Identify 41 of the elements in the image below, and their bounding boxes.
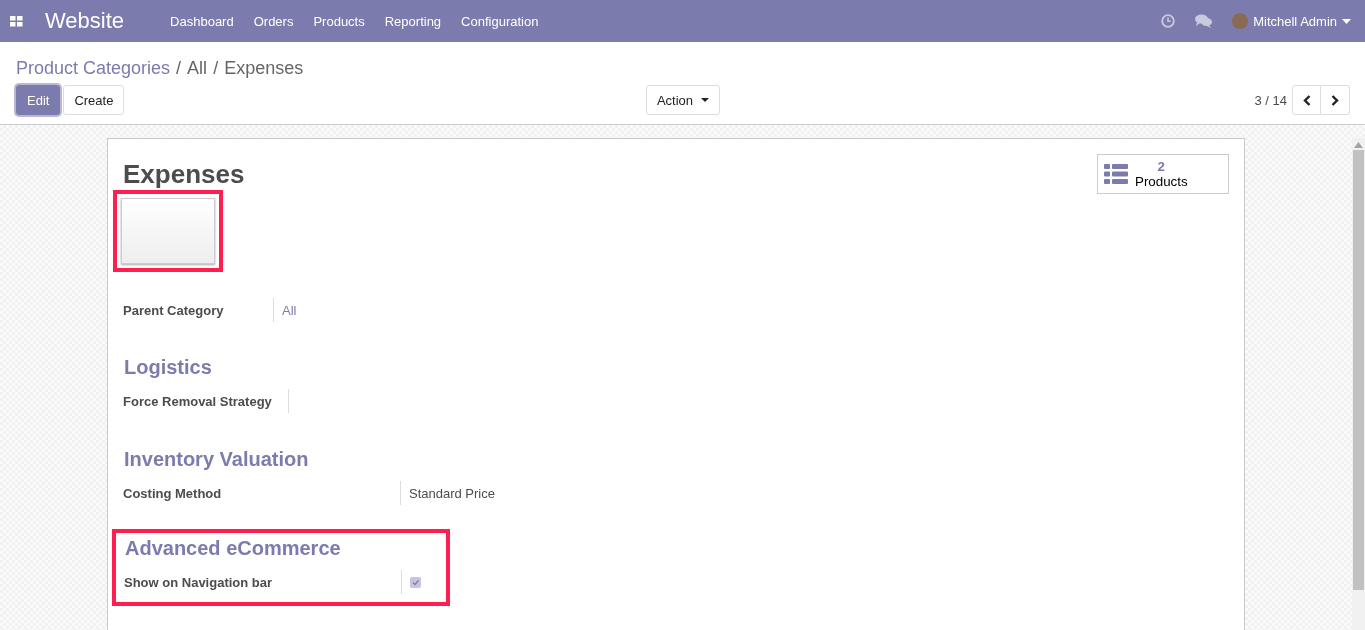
breadcrumb-separator: / xyxy=(213,57,219,79)
field-value: Standard Price xyxy=(409,485,495,501)
field-label: Show on Navigation bar xyxy=(124,574,274,590)
clock-icon[interactable] xyxy=(1161,14,1176,28)
breadcrumb-item: All xyxy=(187,57,208,79)
form-button[interactable]: Create xyxy=(63,85,125,115)
list-icon xyxy=(1104,164,1128,184)
menu-item[interactable]: Products xyxy=(303,13,375,29)
apps-menu-icon[interactable] xyxy=(10,15,23,27)
field-label: Force Removal Strategy xyxy=(123,393,273,409)
breadcrumb-link[interactable]: Product Categories xyxy=(16,57,171,79)
chevron-left-icon xyxy=(1302,94,1311,106)
section-heading: Advanced eCommerce xyxy=(125,536,342,560)
caret-icon xyxy=(701,98,710,102)
record-title: Expenses xyxy=(123,159,245,189)
menu-item[interactable]: Dashboard xyxy=(160,13,244,29)
caret-icon[interactable] xyxy=(1342,18,1351,24)
section-heading: Logistics xyxy=(124,355,213,379)
next-button[interactable] xyxy=(1321,85,1350,115)
products-smart-button[interactable]: 2 Products xyxy=(1097,154,1229,194)
scrollbar[interactable] xyxy=(1352,138,1365,630)
pager-counter: 3 / 14 xyxy=(1254,92,1287,108)
avatar-circle xyxy=(1232,13,1249,29)
chat-icon[interactable] xyxy=(1195,14,1213,28)
field-label: Costing Method xyxy=(123,485,223,501)
menu-item[interactable]: Orders xyxy=(243,13,304,29)
scroll-up-arrow-icon[interactable] xyxy=(1354,142,1363,148)
checkbox[interactable] xyxy=(410,576,421,588)
field-link[interactable]: All xyxy=(282,302,297,318)
previous-button[interactable] xyxy=(1292,85,1321,115)
user-name[interactable]: Mitchell Admin xyxy=(1253,13,1337,29)
action-button[interactable]: Action xyxy=(645,85,721,115)
section-heading: Inventory Valuation xyxy=(124,447,310,471)
field-label: Parent Category xyxy=(123,302,225,318)
app-title: Website xyxy=(45,8,125,34)
breadcrumb-item: Expenses xyxy=(224,57,304,79)
chevron-right-icon xyxy=(1331,94,1339,106)
menu-item[interactable]: Configuration xyxy=(451,13,549,29)
menu-item[interactable]: Reporting xyxy=(374,13,452,29)
form-button[interactable]: Edit xyxy=(16,85,61,115)
breadcrumb-separator: / xyxy=(176,57,182,79)
